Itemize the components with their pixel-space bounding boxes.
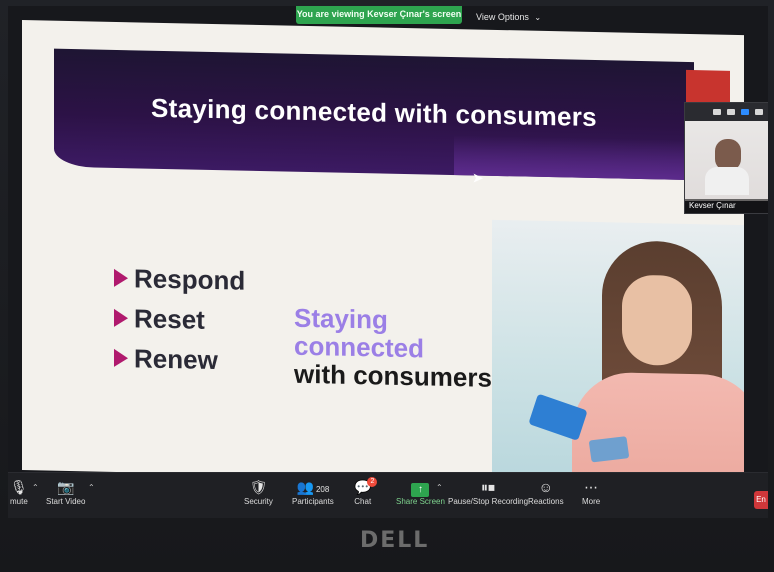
bullet-triangle-icon — [114, 348, 128, 368]
participant-name: Kevser Çınar — [685, 199, 768, 213]
participant-video-thumbnail[interactable]: Kevser Çınar — [684, 102, 768, 214]
meeting-toolbar: 🎙 mute ⌃ 📷 Start Video ⌃ 🛡 Security 👥 208… — [8, 472, 768, 518]
mute-label: mute — [10, 497, 28, 506]
chat-icon: 💬 2 — [354, 477, 378, 495]
pause-stop-recording-button[interactable]: ⏸⏹ Pause/Stop Recording — [448, 479, 528, 506]
gallery-view-icon[interactable] — [755, 109, 763, 115]
credit-card-icon — [588, 436, 630, 463]
participants-label: Participants — [292, 497, 334, 506]
pause-stop-icon: ⏸⏹ — [481, 479, 496, 495]
more-button[interactable]: ⋯ More — [582, 479, 600, 506]
share-arrow-icon: ↑ — [411, 483, 430, 497]
viewing-banner: You are viewing Kevser Çınar's screen — [296, 6, 462, 24]
cursor-icon: ➤ — [472, 169, 484, 186]
headline-line-3: with consumers — [294, 358, 492, 393]
view-options-button[interactable]: View Options ⌄ — [476, 12, 541, 22]
chevron-down-icon: ⌄ — [534, 13, 542, 22]
mute-options-chevron[interactable]: ⌃ — [32, 483, 39, 492]
video-off-icon: 📷 — [57, 479, 75, 495]
bullet-item: Respond — [114, 258, 245, 301]
participants-button[interactable]: 👥 208 Participants — [292, 479, 334, 506]
view-options-label: View Options — [476, 12, 529, 22]
bullet-label: Reset — [134, 302, 205, 335]
security-label: Security — [244, 497, 273, 506]
participant-video — [685, 121, 768, 201]
smiley-icon: ☺ — [538, 479, 553, 495]
thumbnail-controls — [685, 103, 768, 121]
monitor-brand-logo: DELL — [360, 528, 429, 553]
share-screen-label: Share Screen — [396, 497, 445, 506]
brand-text: DELL — [360, 528, 430, 553]
participants-count: 208 — [315, 485, 330, 494]
phone-icon — [528, 393, 588, 441]
bullet-label: Respond — [134, 262, 246, 296]
shield-icon: 🛡 — [249, 479, 268, 495]
participants-icon: 👥 208 — [296, 479, 330, 495]
share-options-chevron[interactable]: ⌃ — [436, 483, 443, 492]
more-dots-icon: ⋯ — [584, 479, 599, 495]
screen: You are viewing Kevser Çınar's screen Vi… — [8, 6, 768, 518]
bullet-item: Reset — [114, 298, 245, 341]
monitor: You are viewing Kevser Çınar's screen Vi… — [0, 0, 774, 572]
pause-stop-label: Pause/Stop Recording — [448, 497, 529, 506]
video-options-chevron[interactable]: ⌃ — [88, 483, 95, 492]
more-label: More — [582, 497, 601, 506]
participant-body — [705, 167, 749, 195]
shared-slide: Staying connected with consumers ➤ Respo… — [22, 20, 744, 486]
chat-badge: 2 — [367, 477, 378, 487]
microphone-icon: 🎙 — [10, 479, 28, 495]
slide-header: Staying connected with consumers — [54, 48, 694, 181]
mute-button[interactable]: 🎙 mute — [10, 479, 28, 506]
slide-title: Staying connected with consumers — [151, 92, 597, 133]
chat-label: Chat — [354, 497, 372, 506]
start-video-button[interactable]: 📷 Start Video — [46, 479, 85, 506]
viewing-banner-text: You are viewing Kevser Çınar's screen — [296, 9, 462, 19]
speaker-view-icon[interactable] — [727, 109, 735, 115]
minimize-icon[interactable] — [713, 109, 721, 115]
bullet-triangle-icon — [114, 308, 128, 328]
bullet-triangle-icon — [114, 268, 128, 288]
bullet-label: Renew — [134, 342, 218, 375]
slide-bullets: Respond Reset Renew — [114, 258, 245, 381]
end-label: En — [756, 495, 766, 504]
slide-photo — [492, 219, 744, 486]
security-button[interactable]: 🛡 Security — [244, 479, 273, 506]
reactions-button[interactable]: ☺ Reactions — [528, 479, 564, 506]
active-view-icon[interactable] — [741, 109, 749, 115]
reactions-label: Reactions — [528, 497, 564, 506]
photo-person-face — [622, 274, 692, 367]
start-video-label: Start Video — [46, 497, 86, 506]
chat-button[interactable]: 💬 2 Chat — [354, 477, 378, 506]
slide-headline: Staying connected with consumers — [294, 303, 492, 393]
bullet-item: Renew — [114, 338, 245, 381]
end-button[interactable]: En — [754, 491, 768, 509]
photo-person-sweater — [572, 371, 744, 486]
